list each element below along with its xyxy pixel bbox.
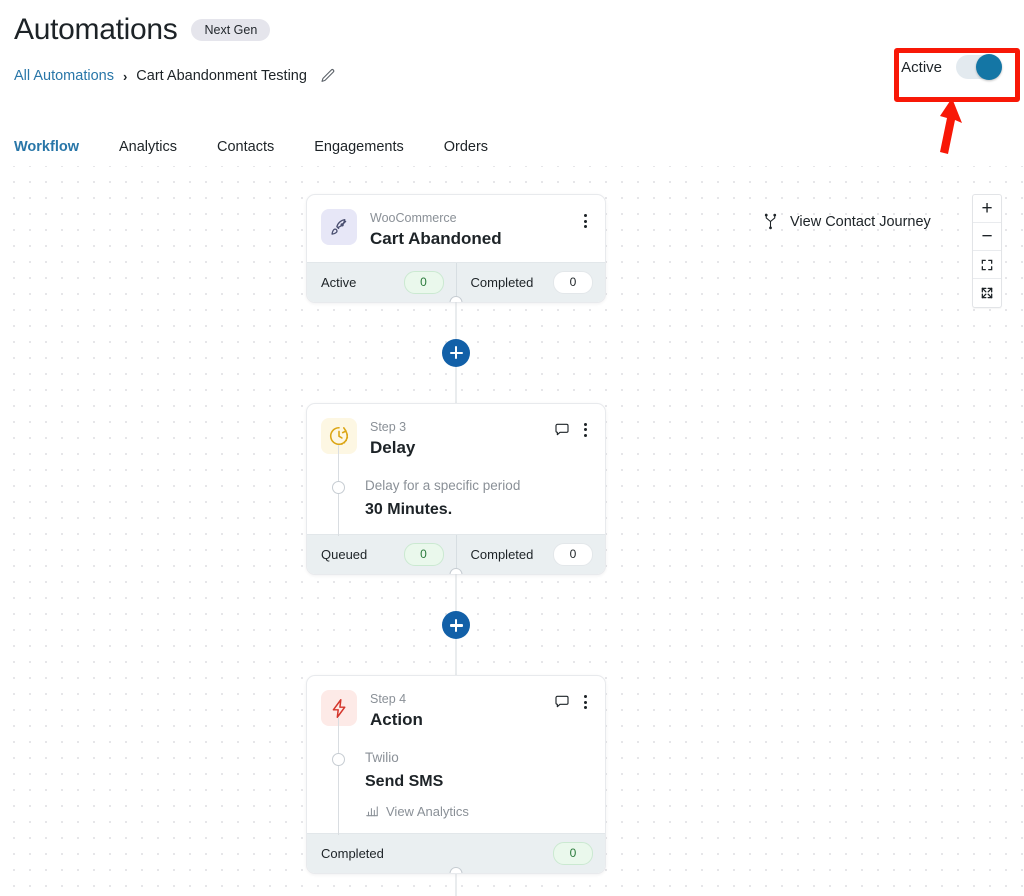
stat-label: Completed [470,547,534,563]
bar-chart-icon [366,806,378,817]
add-step-button[interactable] [442,338,470,367]
tab-engagements[interactable]: Engagements [314,138,403,168]
clock-icon [321,417,357,454]
status-label: Active [901,58,942,76]
breadcrumb-all-automations[interactable]: All Automations [14,68,114,84]
breadcrumb-separator-icon: › [122,68,128,84]
status-toggle[interactable] [956,54,1002,80]
stat-value: 0 [403,270,444,294]
node-anchor-bottom [449,866,463,873]
node-actions [554,690,589,711]
node-detail: Twilio Send SMS View Analytics [321,717,589,835]
node-title-group: Step 4 Action [370,690,541,731]
node-subtitle: Step 3 [370,419,407,434]
connector-delay-action [306,569,606,682]
toggle-knob [976,54,1002,80]
node-detail: Delay for a specific period 30 Minutes. [321,444,589,537]
node-detail-subtitle: Twilio [365,750,399,766]
kebab-menu-icon[interactable] [582,421,589,439]
fullscreen-icon [981,287,993,299]
node-body: Step 4 Action Twilio Send SMS View Analy… [307,676,605,835]
tab-workflow[interactable]: Workflow [14,138,79,169]
node-title: Cart Abandoned [370,228,502,248]
node-anchor-bottom [449,568,463,575]
node-anchor-bottom [449,295,463,302]
workflow-canvas[interactable]: View Contact Journey + − WooCommerce Car… [0,166,1024,896]
node-header: Step 4 Action [321,690,589,731]
node-header: WooCommerce Cart Abandoned [321,209,589,250]
node-rail [338,717,339,835]
stat-completed: Completed 0 [455,262,606,302]
node-subtitle: Step 4 [370,692,407,707]
node-title-group: Step 3 Delay [370,418,541,459]
tab-analytics[interactable]: Analytics [119,138,177,168]
node-card-trigger[interactable]: WooCommerce Cart Abandoned Active 0 Comp… [306,194,606,303]
next-gen-badge: Next Gen [191,18,271,42]
comment-bubble-icon[interactable] [554,422,570,438]
node-rail-dot [332,753,345,767]
tab-bar: Workflow Analytics Contacts Engagements … [0,138,1002,169]
journey-branch-icon [764,213,777,230]
plus-icon: + [981,198,993,219]
comment-bubble-icon[interactable] [554,694,570,710]
status-toggle-group: Active [901,54,1002,80]
tab-orders[interactable]: Orders [444,138,488,168]
fit-view-button[interactable] [973,251,1001,279]
tab-contacts[interactable]: Contacts [217,138,274,168]
stat-label: Completed [470,274,534,290]
minus-icon: − [981,226,993,247]
page-header: Automations Next Gen All Automations › C… [0,0,1024,84]
stat-label: Active [321,274,357,290]
node-detail-value: Send SMS [365,773,444,791]
node-detail-value: 30 Minutes. [365,500,453,518]
node-detail-subtitle: Delay for a specific period [365,477,521,493]
node-header: Step 3 Delay [321,417,589,459]
connector-trigger-delay [306,296,606,409]
fullscreen-button[interactable] [973,279,1001,307]
view-analytics-button[interactable]: View Analytics [365,804,589,819]
node-title: Action [370,710,423,730]
title-row: Automations Next Gen [14,12,1024,48]
stat-label: Queued [321,547,368,563]
stat-queued: Queued 0 [307,535,456,574]
node-body: Step 3 Delay Delay for a specific period… [307,404,605,537]
automation-workflow-page: Automations Next Gen All Automations › C… [0,0,1024,896]
breadcrumb-current: Cart Abandonment Testing [136,68,307,84]
node-title-group: WooCommerce Cart Abandoned [370,209,569,250]
stat-label: Completed [321,845,384,861]
node-title: Delay [370,437,416,457]
node-actions [554,418,589,439]
connector-tail [306,873,606,896]
lightning-bolt-icon [321,690,357,727]
stat-completed: Completed 0 [455,535,606,575]
kebab-menu-icon[interactable] [582,693,589,711]
zoom-controls: + − [972,194,1002,308]
page-title: Automations [14,13,178,46]
node-body: WooCommerce Cart Abandoned [307,195,605,262]
node-card-delay[interactable]: Step 3 Delay Delay for a specific period… [306,402,606,576]
stat-value: 0 [553,270,593,294]
breadcrumb: All Automations › Cart Abandonment Testi… [14,68,1024,84]
pencil-icon[interactable] [320,68,336,84]
kebab-menu-icon[interactable] [582,212,589,230]
stat-value: 0 [553,841,593,865]
view-analytics-label: View Analytics [386,803,469,819]
rocket-icon [321,209,357,245]
zoom-out-button[interactable]: − [973,223,1001,251]
node-rail-dot [332,480,345,494]
zoom-in-button[interactable]: + [973,195,1001,223]
view-contact-journey-button[interactable]: View Contact Journey [762,213,931,230]
fit-view-icon [981,259,993,270]
view-contact-journey-label: View Contact Journey [790,213,931,230]
stat-active: Active 0 [307,263,456,302]
node-actions [582,209,589,230]
node-card-action[interactable]: Step 4 Action Twilio Send SMS View Analy… [306,675,606,874]
node-subtitle: WooCommerce [370,211,457,225]
workflow-flow: WooCommerce Cart Abandoned Active 0 Comp… [306,194,606,896]
stat-value: 0 [403,543,444,567]
connector-line [455,873,457,896]
add-step-button[interactable] [442,611,470,640]
stat-value: 0 [553,543,593,567]
